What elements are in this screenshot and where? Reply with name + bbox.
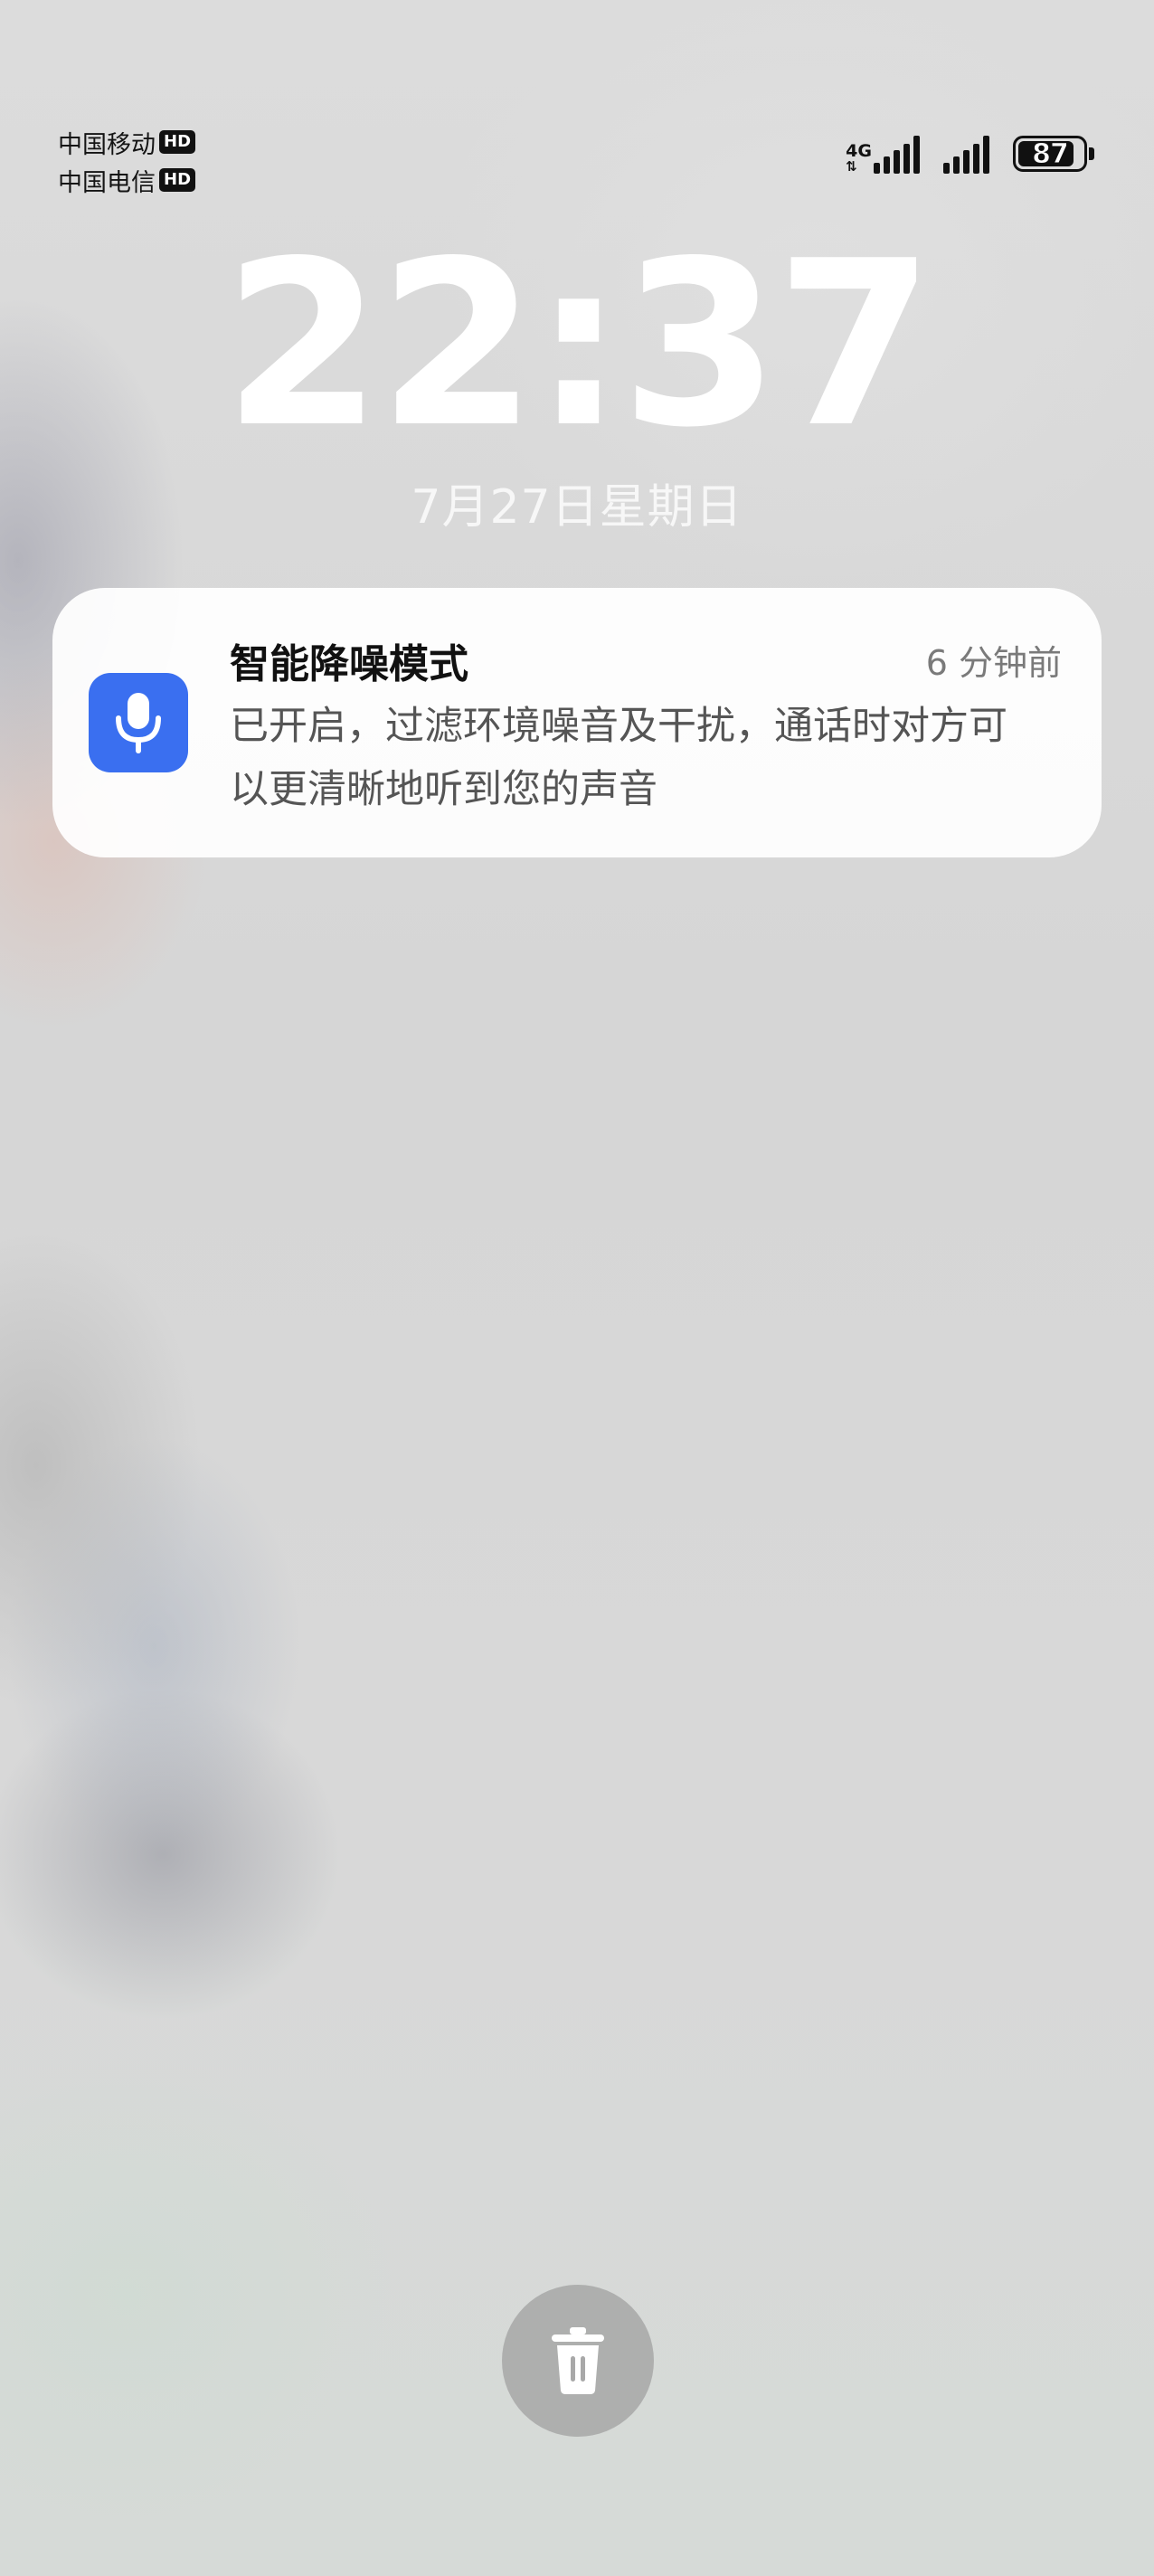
hd-badge-1: HD bbox=[159, 130, 196, 154]
network-indicator: 4G ⇅ bbox=[846, 134, 920, 174]
microphone-icon bbox=[89, 673, 188, 772]
network-type-label: 4G ⇅ bbox=[846, 141, 872, 175]
carrier-name-2: 中国电信 bbox=[58, 168, 156, 197]
data-arrows-icon: ⇅ bbox=[846, 158, 857, 175]
notification-body: 已开启，过滤环境噪音及干扰，通话时对方可以更清晰地听到您的声音 bbox=[230, 704, 1007, 812]
carrier-row-1: 中国移动 HD bbox=[58, 123, 196, 161]
carrier-info: 中国移动 HD 中国电信 HD bbox=[58, 123, 196, 199]
microphone-glyph bbox=[116, 693, 161, 753]
signal-strength-icon-1 bbox=[874, 134, 920, 174]
hd-badge-2: HD bbox=[159, 168, 196, 192]
lockscreen-clock: 22:37 bbox=[222, 213, 934, 478]
battery-icon: 87 bbox=[1013, 136, 1094, 172]
notification-card[interactable]: 智能降噪模式 6 分钟前 已开启，过滤环境噪音及干扰，通话时对方可以更清晰地听到… bbox=[52, 588, 1102, 857]
lockscreen-date: 7月27日星期日 bbox=[411, 480, 743, 535]
network-type: 4G bbox=[846, 141, 872, 161]
status-icons: 4G ⇅ 87 bbox=[846, 134, 1094, 174]
battery-body: 87 bbox=[1013, 136, 1087, 172]
signal-strength-icon-2 bbox=[943, 134, 989, 174]
notification-title: 智能降噪模式 bbox=[230, 641, 468, 687]
battery-cap bbox=[1089, 147, 1094, 160]
notification-time: 6 分钟前 bbox=[925, 643, 1062, 683]
trash-icon bbox=[552, 2327, 604, 2394]
carrier-row-2: 中国电信 HD bbox=[58, 161, 196, 199]
clear-notifications-button[interactable] bbox=[502, 2285, 654, 2437]
carrier-name-1: 中国移动 bbox=[58, 130, 156, 159]
battery-level: 87 bbox=[1032, 137, 1070, 170]
